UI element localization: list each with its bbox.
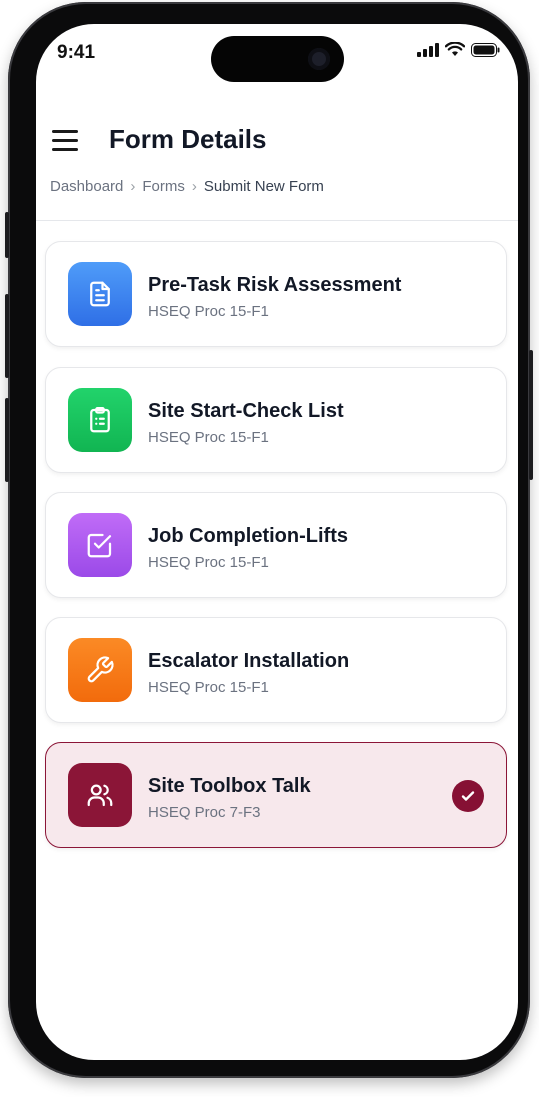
breadcrumb-dashboard[interactable]: Dashboard: [50, 178, 123, 195]
power-button: [529, 350, 533, 480]
form-card-escalator-installation[interactable]: Escalator Installation HSEQ Proc 15-F1: [45, 617, 507, 723]
form-card-site-toolbox-talk[interactable]: Site Toolbox Talk HSEQ Proc 7-F3: [45, 742, 507, 848]
form-code: HSEQ Proc 15-F1: [148, 679, 269, 696]
wifi-icon: [445, 42, 465, 56]
form-title: Job Completion-Lifts: [148, 525, 348, 547]
camera-icon: [308, 48, 330, 70]
breadcrumb-current: Submit New Form: [203, 178, 324, 195]
status-time: 9:41: [57, 42, 96, 63]
header-divider: [36, 220, 518, 221]
app-header: Form Details: [36, 120, 518, 160]
checkbox-icon: [87, 533, 112, 558]
users-icon: [87, 784, 113, 807]
form-title: Pre-Task Risk Assessment: [148, 274, 402, 296]
battery-icon: [471, 42, 500, 57]
status-icons: [417, 42, 500, 57]
volume-up-button: [5, 294, 9, 378]
action-button: [5, 212, 9, 258]
breadcrumb-separator: ›: [191, 178, 197, 195]
page-title: Form Details: [109, 124, 267, 154]
form-icon-tile: [68, 262, 132, 326]
volume-down-button: [5, 398, 9, 482]
phone-frame: 9:41 Form Details Dashboard › Forms › Su…: [5, 2, 533, 1078]
form-card-job-completion-lifts[interactable]: Job Completion-Lifts HSEQ Proc 15-F1: [45, 492, 507, 598]
selected-check-icon: [452, 780, 484, 812]
hamburger-menu-icon[interactable]: [52, 130, 78, 151]
form-icon-tile: [68, 638, 132, 702]
clipboard-icon: [90, 407, 110, 433]
breadcrumb-forms[interactable]: Forms: [142, 178, 185, 195]
signal-icon: [417, 42, 439, 57]
document-icon: [90, 281, 110, 307]
form-icon-tile: [68, 388, 132, 452]
screen: 9:41 Form Details Dashboard › Forms › Su…: [36, 24, 518, 1060]
breadcrumb-separator: ›: [130, 178, 136, 195]
form-card-site-start-check-list[interactable]: Site Start-Check List HSEQ Proc 15-F1: [45, 367, 507, 473]
form-code: HSEQ Proc 15-F1: [148, 429, 269, 446]
form-icon-tile: [68, 513, 132, 577]
form-code: HSEQ Proc 15-F1: [148, 303, 269, 320]
breadcrumb: Dashboard › Forms › Submit New Form: [50, 178, 324, 195]
form-title: Escalator Installation: [148, 650, 350, 672]
form-code: HSEQ Proc 7-F3: [148, 804, 261, 821]
form-title: Site Toolbox Talk: [148, 775, 311, 797]
form-card-pre-task-risk-assessment[interactable]: Pre-Task Risk Assessment HSEQ Proc 15-F1: [45, 241, 507, 347]
wrench-icon: [87, 656, 114, 683]
form-icon-tile: [68, 763, 132, 827]
dynamic-island: [211, 36, 344, 82]
form-code: HSEQ Proc 15-F1: [148, 554, 269, 571]
form-title: Site Start-Check List: [148, 400, 344, 422]
